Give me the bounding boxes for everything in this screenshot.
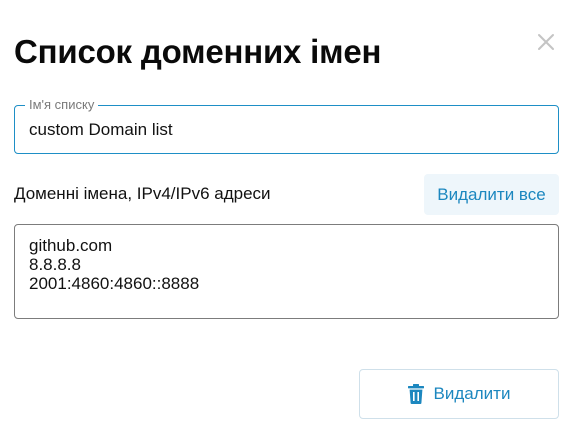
list-name-field: Ім'я списку [14, 97, 559, 154]
domain-entry: 2001:4860:4860::8888 [29, 274, 200, 293]
close-icon [537, 33, 555, 51]
domains-textarea[interactable]: github.com 8.8.8.8 2001:4860:4860::8888 [14, 224, 559, 319]
close-button[interactable] [532, 28, 560, 56]
domains-label: Доменні імена, IPv4/IPv6 адреси [14, 184, 271, 203]
list-name-input[interactable] [29, 118, 539, 142]
delete-button[interactable]: Видалити [359, 369, 559, 419]
domain-entry: 8.8.8.8 [29, 255, 81, 274]
delete-button-label: Видалити [433, 384, 511, 403]
delete-all-button[interactable]: Видалити все [424, 174, 559, 215]
dialog-title: Список доменних імен [14, 33, 382, 70]
list-name-label: Ім'я списку [25, 97, 99, 113]
trash-icon [407, 384, 424, 404]
domain-entry: github.com [29, 236, 113, 255]
